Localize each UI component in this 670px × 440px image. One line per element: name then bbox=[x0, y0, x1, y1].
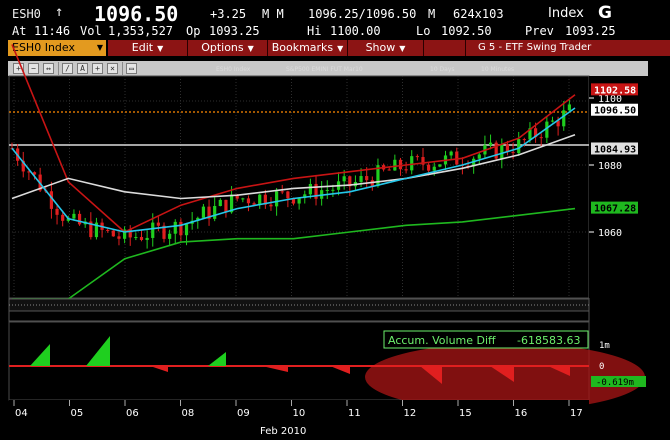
day-label: 05 bbox=[71, 408, 84, 419]
candle-body bbox=[308, 183, 312, 195]
candle-body bbox=[404, 169, 408, 171]
candle-body bbox=[213, 205, 217, 219]
candle-body bbox=[550, 120, 555, 122]
candle-body bbox=[246, 198, 251, 204]
candle-body bbox=[415, 156, 419, 158]
candle-body bbox=[179, 221, 183, 236]
candle-body bbox=[522, 139, 526, 141]
candle-body bbox=[280, 191, 284, 193]
volume-legend-label: Accum. Volume Diff bbox=[388, 334, 496, 347]
candle-body bbox=[427, 164, 431, 171]
candle-body bbox=[517, 139, 521, 154]
day-label: 06 bbox=[126, 408, 139, 419]
candle-body bbox=[387, 169, 391, 171]
candle-body bbox=[275, 191, 279, 207]
day-label: 12 bbox=[404, 408, 417, 419]
candle-body bbox=[61, 214, 65, 221]
candle-body bbox=[331, 189, 335, 191]
month-label: Feb 2010 bbox=[260, 426, 306, 437]
candle-body bbox=[117, 236, 121, 239]
volume-legend-value: -618583.63 bbox=[517, 334, 580, 347]
price-tick-label: 1060 bbox=[598, 228, 622, 239]
candle-body bbox=[77, 213, 82, 225]
candle-body bbox=[241, 198, 245, 200]
candle-body bbox=[297, 198, 301, 204]
candle-body bbox=[106, 229, 110, 231]
candle-body bbox=[477, 154, 481, 159]
day-label: 17 bbox=[570, 408, 583, 419]
day-label: 11 bbox=[348, 408, 361, 419]
candle-body bbox=[218, 199, 222, 206]
day-label: 08 bbox=[182, 408, 195, 419]
volume-tick-1m: 1m bbox=[599, 341, 610, 351]
chart-header-name: S&P500 EMINI FUT Mar10 bbox=[286, 66, 363, 73]
panel-separator-2 bbox=[8, 310, 590, 322]
candle-body bbox=[359, 176, 363, 182]
candle-body bbox=[567, 104, 571, 111]
candle-body bbox=[156, 222, 160, 226]
candle-body bbox=[410, 156, 414, 171]
volume-value-badge-text: -0.619m bbox=[596, 378, 634, 388]
candle-body bbox=[168, 233, 172, 239]
day-label: 09 bbox=[237, 408, 250, 419]
candle-body bbox=[488, 142, 493, 146]
candle-body bbox=[258, 194, 262, 205]
chart-header-security: ESH0 Index bbox=[216, 66, 251, 73]
day-label: 10 bbox=[293, 408, 306, 419]
candle-body bbox=[438, 164, 442, 167]
candle-body bbox=[342, 176, 346, 182]
price-chart[interactable]: ESH0 Index S&P500 EMINI FUT Mar10 10 Day… bbox=[0, 0, 670, 440]
candle-body bbox=[72, 213, 76, 219]
candle-body bbox=[55, 208, 59, 215]
day-label: 04 bbox=[15, 408, 28, 419]
candle-body bbox=[286, 191, 290, 199]
candle-body bbox=[562, 110, 566, 127]
price-panel-frame bbox=[8, 75, 590, 299]
candle-body bbox=[111, 230, 115, 237]
candle-body bbox=[432, 166, 436, 171]
candle-body bbox=[134, 237, 138, 239]
candle-body bbox=[139, 237, 144, 240]
candle-body bbox=[500, 144, 504, 159]
candle-body bbox=[511, 152, 515, 154]
candle-body bbox=[398, 159, 403, 170]
price-badge-label: 1096.50 bbox=[594, 106, 636, 117]
candle-body bbox=[173, 221, 177, 234]
candle-body bbox=[539, 137, 543, 139]
candle-body bbox=[325, 189, 329, 191]
day-label: 16 bbox=[515, 408, 528, 419]
candle-body bbox=[365, 176, 369, 181]
candle-body bbox=[224, 199, 228, 213]
chart-header-interval: 10 Minutes bbox=[481, 66, 514, 73]
candle-body bbox=[393, 159, 397, 171]
price-badge-label: 1084.93 bbox=[594, 144, 636, 155]
candle-body bbox=[269, 204, 273, 207]
price-badge-label: 1102.58 bbox=[594, 85, 636, 96]
price-badge-label: 1067.28 bbox=[594, 204, 636, 215]
day-label: 15 bbox=[459, 408, 472, 419]
candle-body bbox=[449, 151, 453, 156]
candle-body bbox=[145, 237, 149, 240]
candle-body bbox=[151, 222, 155, 238]
price-tick-label: 1080 bbox=[598, 161, 622, 172]
volume-tick-zero: 0 bbox=[599, 362, 604, 372]
chart-header-period: 10 Days bbox=[430, 66, 455, 73]
candle-body bbox=[201, 206, 206, 218]
candle-body bbox=[184, 223, 189, 236]
